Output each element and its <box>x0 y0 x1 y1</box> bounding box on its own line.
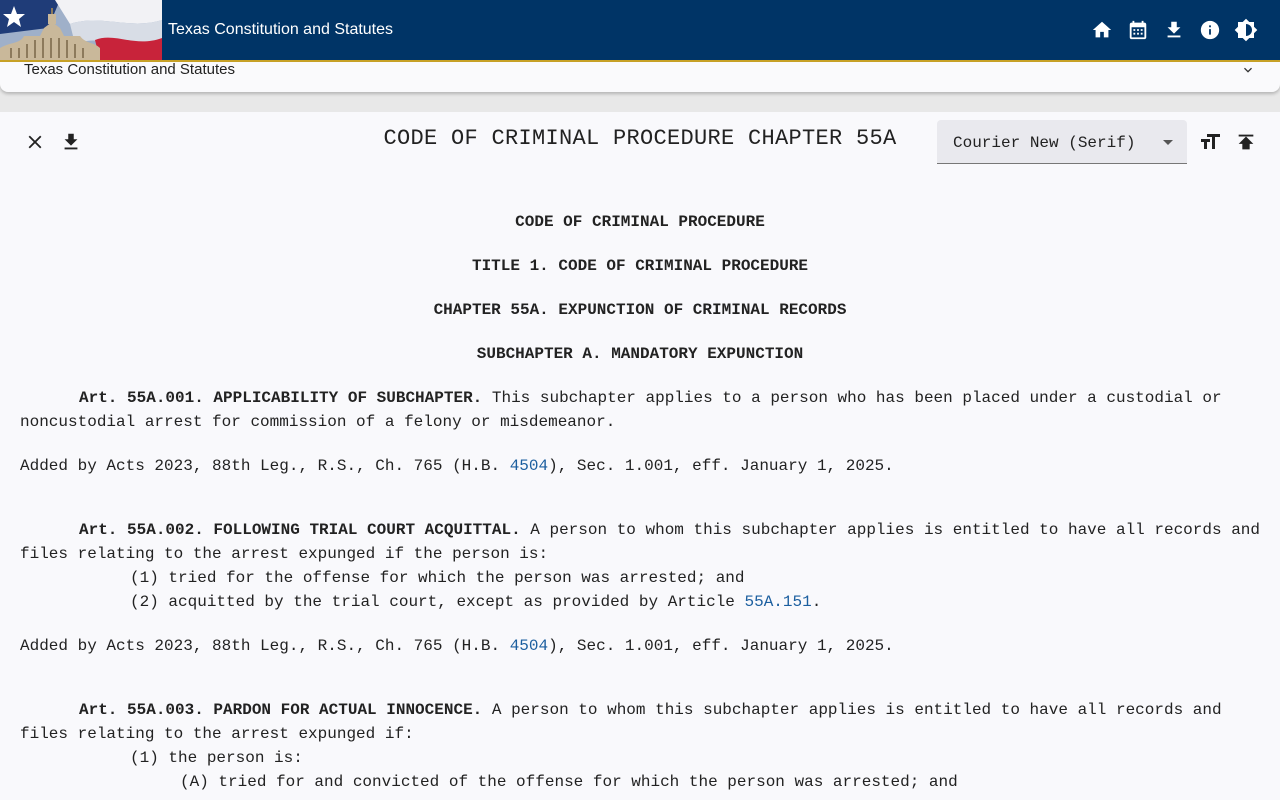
header-actions <box>1088 15 1260 45</box>
article-heading: Art. 55A.001. APPLICABILITY OF SUBCHAPTE… <box>79 389 483 407</box>
info-icon[interactable] <box>1196 15 1224 45</box>
article-55a002: Art. 55A.002. FOLLOWING TRIAL COURT ACQU… <box>20 518 1260 566</box>
app-title: Texas Constitution and Statutes <box>168 21 394 38</box>
font-select-value: Courier New (Serif) <box>953 134 1136 152</box>
download-icon[interactable] <box>1160 15 1188 45</box>
text-size-icon[interactable] <box>1196 128 1224 156</box>
calendar-icon[interactable] <box>1124 15 1152 45</box>
article-link[interactable]: 55A.151 <box>745 593 812 611</box>
app-header: Texas Constitution and Statutes <box>0 0 1280 60</box>
brightness-icon[interactable] <box>1232 15 1260 45</box>
document-viewer: CODE OF CRIMINAL PROCEDURE CHAPTER 55A C… <box>0 112 1280 800</box>
list-item-text: . <box>811 593 822 611</box>
source-text: ), Sec. 1.001, eff. January 1, 2025. <box>548 457 894 475</box>
bill-link[interactable]: 4504 <box>510 637 548 655</box>
list-item: (1) tried for the offense for which the … <box>130 569 745 587</box>
list-item-text: (2) acquitted by the trial court, except… <box>130 593 745 611</box>
article-source-note: Added by Acts 2023, 88th Leg., R.S., Ch.… <box>20 454 1260 478</box>
statute-text: CODE OF CRIMINAL PROCEDURE TITLE 1. CODE… <box>20 210 1260 794</box>
list-item: (2) acquitted by the trial court, except… <box>20 590 1260 614</box>
article-55a001: Art. 55A.001. APPLICABILITY OF SUBCHAPTE… <box>20 386 1260 434</box>
dropdown-arrow-icon <box>1163 140 1173 145</box>
heading-subchapter: SUBCHAPTER A. MANDATORY EXPUNCTION <box>476 345 804 363</box>
document-toolbar: CODE OF CRIMINAL PROCEDURE CHAPTER 55A C… <box>0 112 1280 172</box>
source-text: Added by Acts 2023, 88th Leg., R.S., Ch.… <box>20 637 510 655</box>
heading-code: CODE OF CRIMINAL PROCEDURE <box>515 213 765 231</box>
article-heading: Art. 55A.003. PARDON FOR ACTUAL INNOCENC… <box>79 701 483 719</box>
font-family-select[interactable]: Courier New (Serif) <box>937 120 1187 164</box>
source-text: Added by Acts 2023, 88th Leg., R.S., Ch.… <box>20 457 510 475</box>
heading-title: TITLE 1. CODE OF CRIMINAL PROCEDURE <box>471 257 809 275</box>
download-document-icon[interactable] <box>57 128 85 156</box>
document-title: CODE OF CRIMINAL PROCEDURE CHAPTER 55A <box>383 126 897 151</box>
panel-title: Texas Constitution and Statutes <box>24 61 235 78</box>
list-item: (1) the person is: <box>130 749 303 767</box>
chevron-down-icon[interactable] <box>1240 62 1256 83</box>
article-source-note: Added by Acts 2023, 88th Leg., R.S., Ch.… <box>20 634 1260 658</box>
article-55a003: Art. 55A.003. PARDON FOR ACTUAL INNOCENC… <box>20 698 1260 746</box>
source-text: ), Sec. 1.001, eff. January 1, 2025. <box>548 637 894 655</box>
heading-chapter: CHAPTER 55A. EXPUNCTION OF CRIMINAL RECO… <box>433 301 847 319</box>
bill-link[interactable]: 4504 <box>510 457 548 475</box>
article-heading: Art. 55A.002. FOLLOWING TRIAL COURT ACQU… <box>79 521 521 539</box>
expansion-panel[interactable]: Texas Constitution and Statutes <box>0 62 1280 92</box>
scroll-to-top-icon[interactable] <box>1232 128 1260 156</box>
home-icon[interactable] <box>1088 15 1116 45</box>
list-item: (A) tried for and convicted of the offen… <box>180 773 958 791</box>
close-icon[interactable] <box>21 128 49 156</box>
texas-capitol-flag-logo[interactable] <box>0 0 162 60</box>
